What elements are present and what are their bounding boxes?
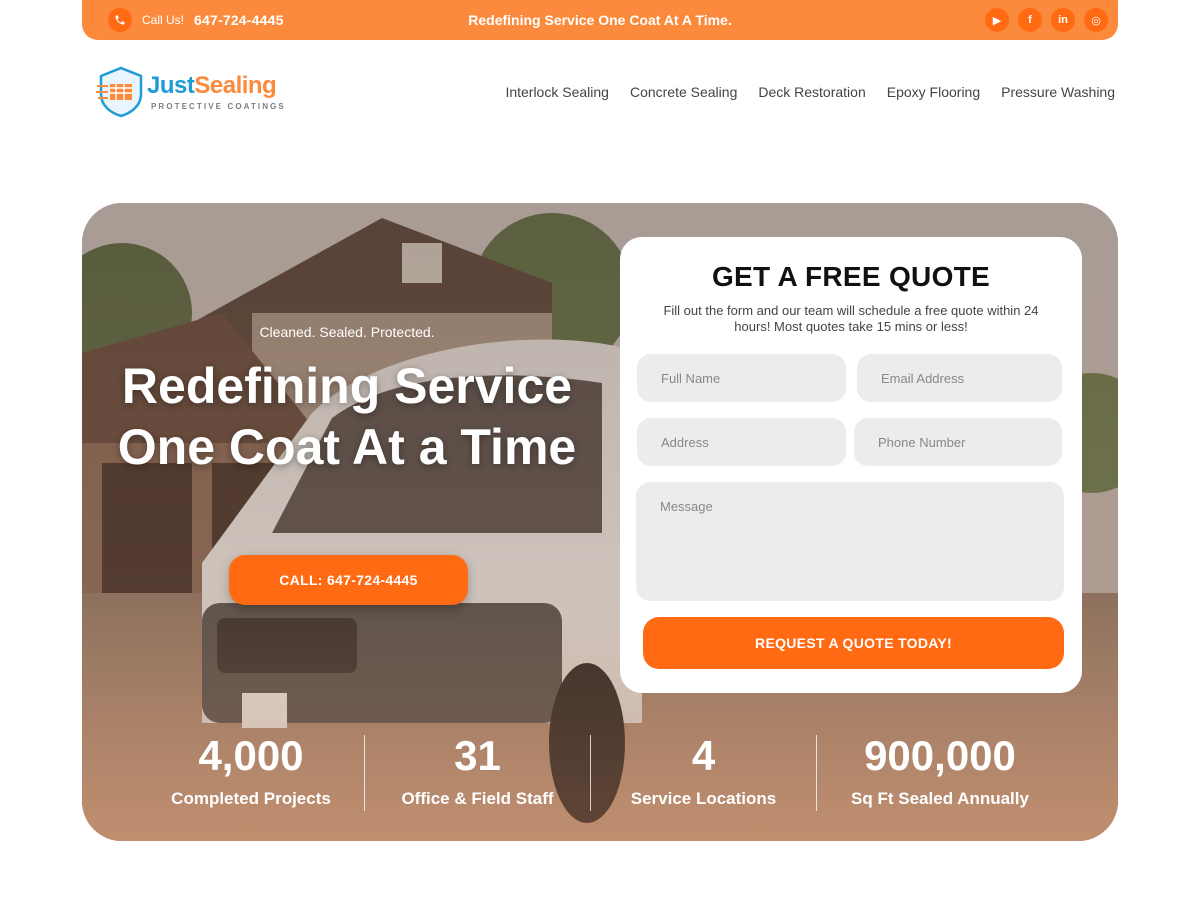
stat-value: 4 [691,732,716,779]
call-label: Call Us! [142,13,185,27]
logo-wordmark: JustSealing [147,72,277,99]
shield-logo-icon [96,66,143,118]
youtube-icon[interactable]: ▶ [985,8,1009,32]
message-textarea[interactable] [636,482,1064,601]
quote-title: GET A FREE QUOTE [711,261,991,292]
stat-value: 31 [454,732,501,779]
stat-completed-projects: 4,000 Completed Projects [138,733,364,813]
main-nav: Interlock Sealing Concrete Sealing Deck … [505,84,1115,100]
phone-icon[interactable] [108,8,132,32]
stat-sqft: 900,000 Sq Ft Sealed Annually [817,733,1063,813]
request-quote-button[interactable]: REQUEST A QUOTE TODAY! [643,617,1064,669]
topbar-call: Call Us! 647-724-4445 [108,8,284,32]
address-input[interactable] [637,418,846,466]
hero-kicker: Cleaned. Sealed. Protected. [259,324,435,340]
full-name-input[interactable] [637,354,846,402]
stat-value: 900,000 [864,732,1016,779]
stat-staff: 31 Office & Field Staff [365,733,590,813]
nav-deck-restoration[interactable]: Deck Restoration [758,84,865,100]
quote-form: GET A FREE QUOTE Fill out the form and o… [620,237,1082,693]
top-bar: Call Us! 647-724-4445 Redefining Service… [82,0,1118,40]
stat-label: Sq Ft Sealed Annually [851,789,1029,808]
hero-section: Cleaned. Sealed. Protected. Redefining S… [82,203,1118,841]
quote-description: Fill out the form and our team will sche… [663,303,1039,334]
logo-tagline: PROTECTIVE COATINGS [151,102,286,111]
topbar-phone-link[interactable]: 647-724-4445 [194,12,284,28]
stat-locations: 4 Service Locations [591,733,816,813]
linkedin-icon[interactable]: in [1051,8,1075,32]
email-input[interactable] [857,354,1062,402]
stat-label: Office & Field Staff [401,789,554,808]
hero-title: Redefining Service One Coat At a Time [117,358,577,475]
stats-bar: 4,000 Completed Projects 31 Office & Fie… [138,733,1078,813]
nav-interlock-sealing[interactable]: Interlock Sealing [505,84,609,100]
stat-label: Service Locations [630,789,777,808]
call-now-button[interactable]: CALL: 647-724-4445 [229,555,468,605]
site-logo[interactable]: JustSealing PROTECTIVE COATINGS [96,66,296,118]
nav-epoxy-flooring[interactable]: Epoxy Flooring [887,84,980,100]
facebook-icon[interactable]: f [1018,8,1042,32]
phone-input[interactable] [854,418,1062,466]
social-links: ▶ f in ◎ [985,8,1108,32]
nav-concrete-sealing[interactable]: Concrete Sealing [630,84,737,100]
instagram-icon[interactable]: ◎ [1084,8,1108,32]
stat-label: Completed Projects [171,789,331,808]
nav-pressure-washing[interactable]: Pressure Washing [1001,84,1115,100]
stat-value: 4,000 [198,732,304,779]
